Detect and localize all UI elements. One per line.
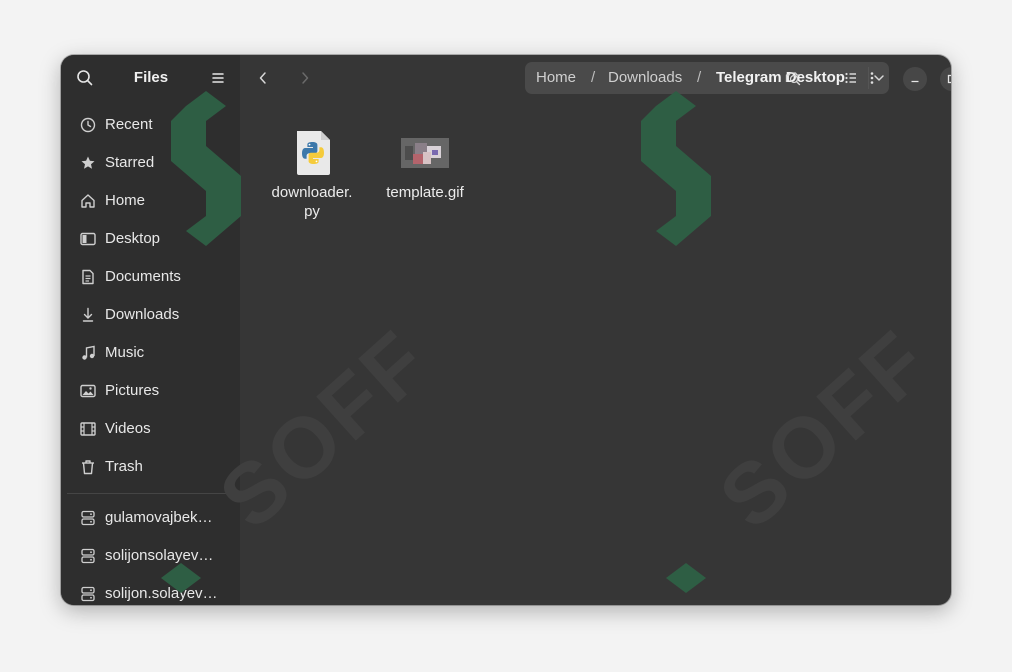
sidebar-item-label: Videos (105, 420, 151, 437)
document-icon (79, 268, 97, 286)
server-icon (79, 585, 97, 603)
desktop-icon (79, 230, 97, 248)
sidebar-item-home[interactable]: Home (67, 184, 234, 218)
sidebar-divider (67, 493, 236, 494)
sidebar: Files Recent Starred Home Desktop Docume… (61, 55, 240, 605)
home-icon (79, 192, 97, 210)
search-icon[interactable] (75, 68, 95, 88)
maximize-button[interactable] (940, 67, 951, 91)
breadcrumb-separator: / (591, 69, 596, 86)
file-name: downloader. (271, 184, 353, 201)
breadcrumb-home[interactable]: Home (536, 62, 576, 94)
sidebar-item-label: gulamovajbek… (105, 509, 213, 526)
minimize-button[interactable] (903, 67, 927, 91)
file-name-continued: py (304, 203, 320, 220)
clock-icon (79, 116, 97, 134)
music-icon (79, 344, 97, 362)
sidebar-item-starred[interactable]: Starred (67, 146, 234, 180)
sidebar-item-label: solijonsolayev… (105, 547, 214, 564)
sidebar-item-label: Starred (105, 154, 155, 171)
sidebar-item-label: Recent (105, 116, 153, 133)
sidebar-item-label: solijon.solayev… (105, 585, 218, 602)
sidebar-item-label: Music (105, 344, 145, 361)
server-icon (79, 509, 97, 527)
star-icon (79, 154, 97, 172)
sidebar-item-desktop[interactable]: Desktop (67, 222, 234, 256)
breadcrumb-downloads[interactable]: Downloads (608, 62, 682, 94)
sidebar-item-downloads[interactable]: Downloads (67, 298, 234, 332)
sidebar-network-item[interactable]: solijonsolayev… (67, 539, 234, 573)
download-icon (79, 306, 97, 324)
picture-icon (79, 382, 97, 400)
sidebar-network-item[interactable]: solijon.solayev… (67, 577, 234, 605)
file-item-template-gif[interactable]: template.gif (375, 125, 475, 225)
sidebar-item-label: Desktop (105, 230, 161, 247)
app-title: Files (133, 69, 169, 86)
file-manager-window: Files Recent Starred Home Desktop Docume… (61, 55, 951, 605)
video-icon (79, 420, 97, 438)
sidebar-item-documents[interactable]: Documents (67, 260, 234, 294)
gif-thumbnail (401, 138, 449, 168)
file-name: template.gif (386, 184, 464, 201)
file-view: downloader. py template.gif (240, 101, 951, 605)
file-item-downloader[interactable]: downloader. py (262, 125, 362, 225)
sidebar-item-music[interactable]: Music (67, 336, 234, 370)
search-location-button[interactable] (776, 61, 810, 95)
menu-icon[interactable] (208, 68, 228, 88)
sidebar-item-label: Trash (105, 458, 143, 475)
sidebar-item-label: Home (105, 192, 146, 209)
sidebar-network-item[interactable]: gulamovajbek… (67, 501, 234, 535)
sidebar-item-label: Pictures (105, 382, 160, 399)
back-button[interactable] (246, 61, 280, 95)
sidebar-item-videos[interactable]: Videos (67, 412, 234, 446)
view-options-button[interactable] (862, 61, 896, 95)
sidebar-item-trash[interactable]: Trash (67, 450, 234, 484)
forward-button[interactable] (288, 61, 322, 95)
breadcrumb-separator: / (697, 69, 702, 86)
sidebar-item-pictures[interactable]: Pictures (67, 374, 234, 408)
header-bar: Home / Downloads / Telegram Desktop (240, 55, 951, 101)
server-icon (79, 547, 97, 565)
sidebar-item-recent[interactable]: Recent (67, 108, 234, 142)
python-file-icon (294, 129, 332, 177)
sidebar-item-label: Documents (105, 268, 181, 285)
sidebar-header: Files (61, 55, 240, 101)
sidebar-item-label: Downloads (105, 306, 180, 323)
trash-icon (79, 458, 97, 476)
